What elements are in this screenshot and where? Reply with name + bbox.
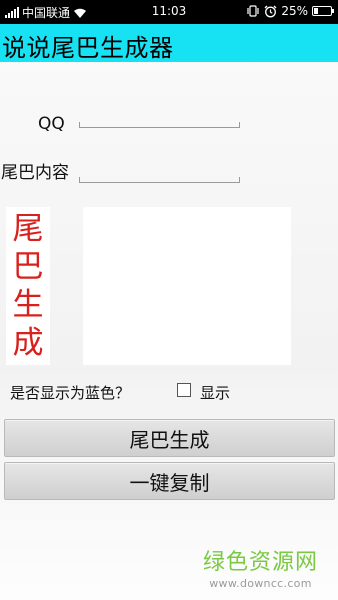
- qq-input[interactable]: [79, 102, 240, 127]
- tail-content-input[interactable]: [79, 157, 240, 182]
- tail-content-field: [79, 157, 240, 183]
- alarm-icon: [264, 5, 277, 17]
- show-blue-checkbox[interactable]: [177, 383, 191, 397]
- result-textarea[interactable]: [83, 207, 291, 365]
- watermark: 绿色资源网 www.downcc.com: [203, 544, 318, 590]
- status-right: 25%: [246, 4, 334, 18]
- battery-percent: 25%: [281, 4, 308, 18]
- watermark-text: 绿色资源网: [202, 550, 318, 575]
- app-title-bar: 说说尾巴生成器: [0, 24, 338, 62]
- preview-char: 尾: [12, 211, 44, 247]
- copy-button[interactable]: 一键复制: [4, 462, 335, 500]
- tail-content-label: 尾巴内容: [1, 163, 69, 183]
- watermark-url: www.downcc.com: [209, 577, 312, 590]
- preview-char: 成: [12, 325, 44, 361]
- preview-char: 巴: [12, 249, 44, 285]
- blue-color-question: 是否显示为蓝色？: [10, 384, 131, 402]
- qq-label: QQ: [38, 114, 65, 134]
- battery-icon: [312, 6, 334, 16]
- app-title: 说说尾巴生成器: [2, 34, 174, 62]
- preview-char: 生: [12, 287, 44, 323]
- qq-field: [79, 102, 240, 128]
- generate-tail-button[interactable]: 尾巴生成: [4, 419, 335, 457]
- vibrate-icon: [247, 5, 259, 17]
- status-bar: 中国联通 11:03 25%: [0, 0, 338, 24]
- show-blue-checkbox-label[interactable]: 显示: [200, 382, 230, 403]
- vertical-tail-preview: 尾 巴 生 成: [6, 207, 50, 365]
